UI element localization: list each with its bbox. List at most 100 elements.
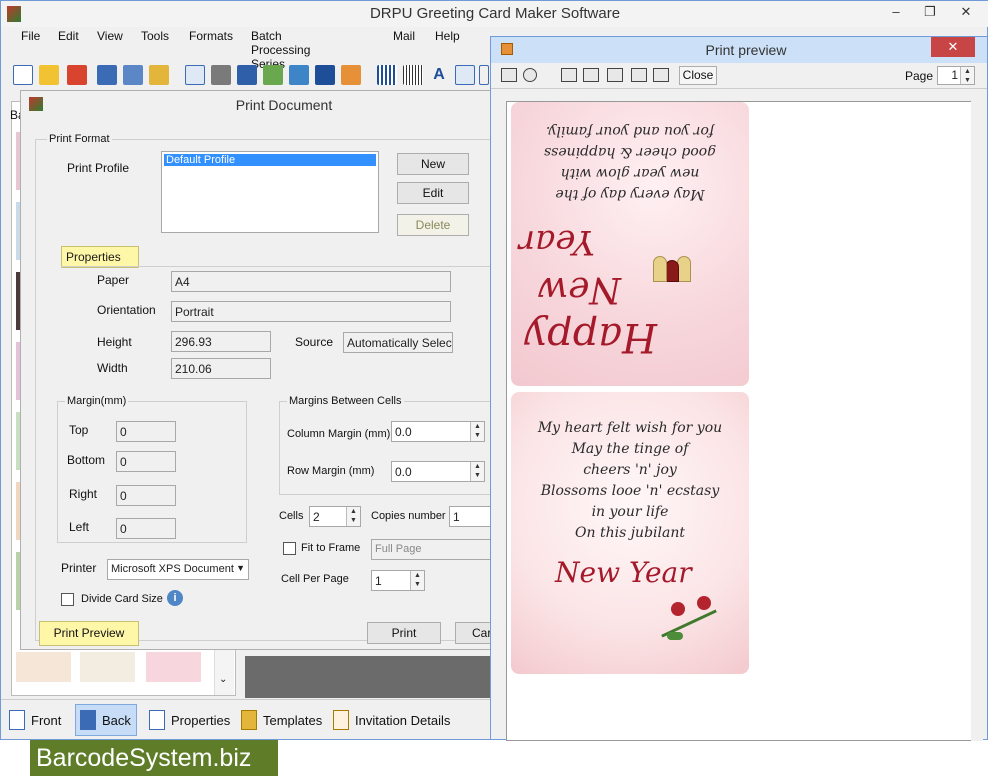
menu-formats[interactable]: Formats [189, 29, 233, 43]
thumbnail[interactable] [16, 652, 71, 682]
open-folder-icon[interactable] [39, 65, 59, 85]
orientation-field[interactable]: Portrait [171, 301, 451, 322]
source-label: Source [295, 335, 334, 349]
save-as-icon[interactable] [123, 65, 143, 85]
thumbnail[interactable] [146, 652, 201, 682]
margin-top-field[interactable]: 0 [116, 421, 176, 442]
six-pages-icon[interactable] [653, 68, 669, 82]
preview-close-text-button[interactable]: Close [679, 66, 717, 85]
document-icon[interactable] [185, 65, 205, 85]
row-margin-spinner[interactable]: 0.0 ▲ ▼ [391, 461, 485, 482]
print-setup-icon[interactable] [237, 65, 257, 85]
save-icon[interactable] [97, 65, 117, 85]
close-file-icon[interactable] [67, 65, 87, 85]
one-page-icon[interactable] [561, 68, 577, 82]
margin-bottom-field[interactable]: 0 [116, 451, 176, 472]
new-profile-button[interactable]: New [397, 153, 469, 175]
cells-spinner[interactable]: 2 ▲ ▼ [309, 506, 361, 527]
spin-arrows-icon[interactable]: ▲ ▼ [470, 462, 484, 481]
tab-templates-label: Templates [263, 712, 323, 728]
properties-tab[interactable]: Properties [61, 246, 139, 268]
width-field[interactable]: 210.06 [171, 358, 271, 379]
watermark-banner: BarcodeSystem.biz [30, 740, 278, 776]
image-icon[interactable] [263, 65, 283, 85]
pen-icon[interactable] [315, 65, 335, 85]
print-preview-window: Print preview ✕ Close Page 1 ▲ ▼ Happy Ne… [490, 36, 988, 741]
shape-icon[interactable] [341, 65, 361, 85]
print-preview-button[interactable]: Print Preview [39, 621, 139, 646]
tab-templates[interactable]: Templates [241, 704, 325, 736]
print-icon[interactable] [211, 65, 231, 85]
fit-to-frame-checkbox[interactable] [283, 542, 296, 555]
cell-per-page-spinner[interactable]: 1 ▲ ▼ [371, 570, 425, 591]
tab-back[interactable]: Back [75, 704, 137, 736]
verse-line: new year glow with [560, 165, 700, 181]
divide-card-checkbox[interactable] [61, 593, 74, 606]
printer-label: Printer [61, 561, 97, 575]
menu-file[interactable]: File [21, 29, 40, 43]
margin-bottom-label: Bottom [67, 453, 106, 467]
text-icon[interactable]: A [429, 65, 449, 85]
verse-line: good cheer & happiness [543, 144, 717, 160]
margin-right-field[interactable]: 0 [116, 485, 176, 506]
tab-front[interactable]: Front [9, 704, 71, 736]
two-pages-icon[interactable] [583, 68, 599, 82]
menu-view[interactable]: View [97, 29, 123, 43]
source-field[interactable]: Automatically Select [343, 332, 453, 353]
copies-spinner[interactable]: 1 [449, 506, 491, 527]
column-margin-spinner[interactable]: 0.0 ▲ ▼ [391, 421, 485, 442]
four-pages-icon[interactable] [631, 68, 647, 82]
minimize-button[interactable]: – [881, 1, 911, 23]
menu-help[interactable]: Help [435, 29, 460, 43]
tab-properties[interactable]: Properties [149, 704, 231, 736]
picture-icon[interactable] [289, 65, 309, 85]
spin-arrows-icon[interactable]: ▲ ▼ [960, 67, 974, 84]
front-page-icon [9, 710, 25, 730]
page-value: 1 [951, 68, 958, 82]
margin-left-field[interactable]: 0 [116, 518, 176, 539]
fit-option-select[interactable]: Full Page [371, 539, 491, 560]
printer-select[interactable]: Microsoft XPS Document ▼ [107, 559, 249, 580]
scroll-down-icon[interactable]: ⌄ [219, 674, 227, 685]
close-button[interactable]: ✕ [951, 1, 981, 23]
height-field[interactable]: 296.93 [171, 331, 271, 352]
delete-profile-button[interactable]: Delete [397, 214, 469, 236]
spin-arrows-icon[interactable]: ▲ ▼ [470, 422, 484, 441]
menu-edit[interactable]: Edit [58, 29, 79, 43]
spin-arrows-icon[interactable]: ▲ ▼ [346, 507, 360, 526]
tab-invitation-details[interactable]: Invitation Details [333, 704, 453, 736]
print-button[interactable]: Print [367, 622, 441, 644]
cancel-button[interactable]: Car [455, 622, 491, 644]
export-icon[interactable] [149, 65, 169, 85]
profile-list-item[interactable]: Default Profile [164, 154, 376, 166]
zoom-icon[interactable] [523, 68, 537, 82]
thumbnail[interactable] [80, 652, 135, 682]
divide-card-label: Divide Card Size [81, 593, 163, 605]
page-spinner[interactable]: 1 ▲ ▼ [937, 66, 975, 85]
three-pages-icon[interactable] [607, 68, 623, 82]
info-icon[interactable]: i [167, 590, 183, 606]
spin-arrows-icon[interactable]: ▲ ▼ [410, 571, 424, 590]
paper-field[interactable]: A4 [171, 271, 451, 292]
edit-profile-button[interactable]: Edit [397, 182, 469, 204]
column-margin-value: 0.0 [395, 425, 412, 439]
column-margin-label: Column Margin (mm) [287, 428, 391, 440]
cells-value: 2 [313, 510, 320, 524]
new-file-icon[interactable] [13, 65, 33, 85]
verse-line: Blossoms looe 'n' ecstasy [540, 483, 720, 499]
print-icon[interactable] [501, 68, 517, 82]
barcode-icon[interactable] [377, 65, 397, 85]
menu-mail[interactable]: Mail [393, 29, 415, 43]
card-script-new-year: New Year [555, 556, 692, 589]
select-icon[interactable] [479, 65, 489, 85]
barcode-linear-icon[interactable] [403, 65, 423, 85]
preview-close-button[interactable]: ✕ [931, 37, 975, 57]
card-script-new: New [537, 269, 621, 310]
card-script-happy: Happy [524, 314, 657, 360]
maximize-button[interactable]: ❐ [915, 1, 945, 23]
card-bottom-panel: My heart felt wish for you May the tinge… [511, 392, 749, 674]
menu-tools[interactable]: Tools [141, 29, 169, 43]
text-box-icon[interactable] [455, 65, 475, 85]
print-profile-list[interactable]: Default Profile [161, 151, 379, 233]
toolbar: A [11, 61, 491, 89]
